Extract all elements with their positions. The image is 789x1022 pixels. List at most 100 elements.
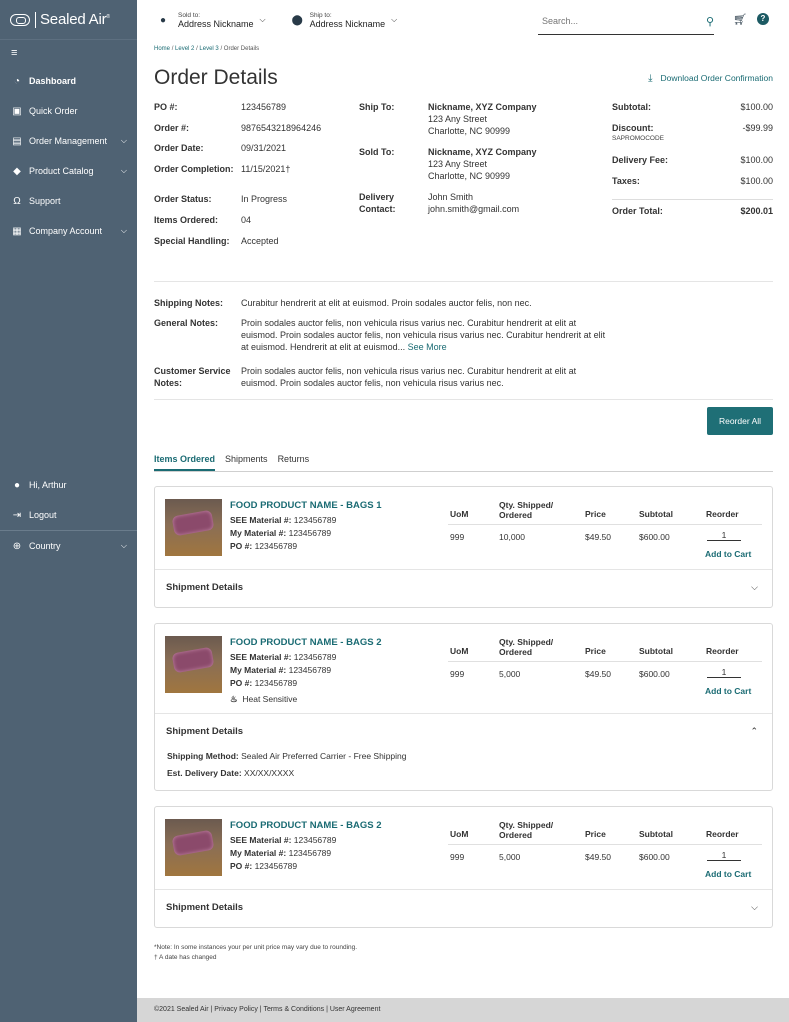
order-notes: Shipping Notes: Curabitur hendrerit at e… (154, 282, 773, 400)
order-date-label: Order Date: (154, 143, 204, 153)
sold-to-label: Sold To: (359, 147, 395, 157)
help-icon[interactable]: ? (757, 13, 769, 25)
order-number-label: Order #: (154, 123, 190, 133)
user-icon: ● (160, 14, 167, 26)
brand-name: Sealed Air® (40, 11, 110, 28)
chevron-up-icon[interactable]: ⌃ (750, 726, 758, 737)
sidebar-item-company-account[interactable]: ▦ Company Account ⌵ (0, 216, 137, 246)
reorder-quantity-input[interactable] (707, 850, 741, 861)
heat-sensitive-label: Heat Sensitive (242, 694, 298, 704)
reorder-all-button[interactable]: Reorder All (707, 407, 773, 435)
search-bar: ⚲ (538, 8, 714, 35)
special-handling-value: Accepted (241, 236, 279, 246)
cart-icon[interactable]: 🛒︎ (733, 13, 747, 26)
sidebar-user[interactable]: ● Hi, Arthur (0, 470, 137, 500)
sidebar-item-support[interactable]: Ω Support (0, 186, 137, 216)
breadcrumb-level-3[interactable]: Level 3 (199, 46, 218, 52)
see-more-link[interactable]: See More (408, 342, 447, 352)
shipment-details-toggle[interactable]: Shipment Details (166, 902, 243, 913)
reorder-quantity-input[interactable] (707, 530, 741, 541)
sidebar-item-order-management[interactable]: ▤ Order Management ⌵ (0, 126, 137, 156)
ship-to-city: Charlotte, NC 90999 (428, 126, 511, 136)
order-tabs: Items Ordered Shipments Returns (154, 452, 773, 472)
product-image[interactable] (165, 499, 222, 556)
subtotal-value: $100.00 (740, 102, 773, 112)
logout-icon: ⇥ (12, 509, 22, 521)
order-completion-label: Order Completion: (154, 164, 234, 174)
tab-items-ordered[interactable]: Items Ordered (154, 452, 216, 471)
page-title: Order Details (154, 66, 278, 89)
sold-to-selector[interactable]: ● Sold to: Address Nickname ⌵ (160, 12, 266, 29)
reorder-quantity-input[interactable] (707, 667, 741, 678)
ship-to-selector[interactable]: ⬤ Ship to: Address Nickname ⌵ (292, 12, 398, 29)
sold-to-name: Nickname, XYZ Company (428, 147, 537, 157)
search-input[interactable] (538, 16, 688, 26)
product-image[interactable] (165, 636, 222, 693)
delivery-contact-name: John Smith (428, 192, 474, 202)
add-to-cart-link[interactable]: Add to Cart (705, 869, 751, 879)
breadcrumb: Home / Level 2 / Level 3 / Order Details (154, 46, 260, 52)
shipment-details-toggle[interactable]: Shipment Details (166, 726, 243, 737)
order-date-value: 09/31/2021 (241, 143, 287, 153)
ship-to-street: 123 Any Street (428, 114, 488, 124)
sidebar: Sealed Air® ≡ ◔ Dashboard ▣ Quick Order … (0, 0, 137, 1022)
product-name-link[interactable]: FOOD PRODUCT NAME - BAGS 1 (230, 500, 381, 511)
brand-logo[interactable]: Sealed Air® (0, 0, 137, 40)
quick-order-icon: ▣ (12, 105, 22, 117)
shipment-details-toggle[interactable]: Shipment Details (166, 582, 243, 593)
product-name-link[interactable]: FOOD PRODUCT NAME - BAGS 2 (230, 637, 381, 648)
price-rounding-note: *Note: In some instances your per unit p… (154, 944, 358, 951)
taxes-value: $100.00 (740, 176, 773, 186)
sidebar-country[interactable]: ⊕ Country ⌵ (0, 531, 137, 561)
discount-label: Discount: (612, 123, 654, 133)
headset-icon: Ω (13, 195, 21, 207)
taxes-label: Taxes: (612, 176, 640, 186)
search-icon[interactable]: ⚲ (706, 15, 714, 28)
product-name-link[interactable]: FOOD PRODUCT NAME - BAGS 2 (230, 820, 381, 831)
add-to-cart-link[interactable]: Add to Cart (705, 686, 751, 696)
product-image[interactable] (165, 819, 222, 876)
po-value: 123456789 (241, 102, 287, 112)
add-to-cart-link[interactable]: Add to Cart (705, 549, 751, 559)
top-header: ● Sold to: Address Nickname ⌵ ⬤ Ship to:… (137, 0, 789, 40)
breadcrumb-current: Order Details (223, 46, 260, 52)
tab-shipments[interactable]: Shipments (225, 452, 268, 471)
user-icon: ● (13, 479, 21, 491)
menu-toggle[interactable]: ≡ (0, 40, 137, 66)
estimated-delivery-date: Est. Delivery Date: XX/XX/XXXX (167, 768, 295, 778)
order-total-value: $200.01 (740, 206, 773, 216)
dashboard-icon: ◔ (13, 75, 21, 87)
order-status-label: Order Status: (154, 194, 212, 204)
sidebar-logout[interactable]: ⇥ Logout (0, 500, 137, 530)
tab-returns[interactable]: Returns (278, 452, 310, 471)
building-icon: ▦ (12, 225, 22, 237)
ship-to-label: Ship To: (359, 102, 395, 112)
footnotes: *Note: In some instances your per unit p… (154, 943, 357, 963)
breadcrumb-home[interactable]: Home (154, 46, 170, 52)
chevron-down-icon[interactable]: ⌵ (751, 582, 758, 593)
sidebar-item-product-catalog[interactable]: ◆ Product Catalog ⌵ (0, 156, 137, 186)
sidebar-item-dashboard[interactable]: ◔ Dashboard (0, 66, 137, 96)
order-total-label: Order Total: (612, 206, 663, 216)
shipping-method: Shipping Method: Sealed Air Preferred Ca… (167, 751, 407, 761)
promo-code: SAPROMOCODE (612, 135, 665, 142)
order-status-value: In Progress (241, 194, 288, 204)
breadcrumb-level-2[interactable]: Level 2 (175, 46, 194, 52)
chevron-down-icon: ⌵ (391, 15, 398, 24)
delivery-fee-label: Delivery Fee: (612, 155, 669, 165)
order-item-card: FOOD PRODUCT NAME - BAGS 1 SEE Material … (154, 486, 773, 608)
sold-to-street: 123 Any Street (428, 159, 488, 169)
download-order-confirmation-link[interactable]: ⤓ Download Order Confirmation (648, 73, 773, 84)
sealed-air-logo-icon (10, 13, 30, 26)
order-item-card: FOOD PRODUCT NAME - BAGS 2 SEE Material … (154, 806, 773, 928)
po-label: PO #: (154, 102, 178, 112)
chevron-down-icon: ⌵ (259, 15, 266, 24)
delivery-contact-email: john.smith@gmail.com (428, 204, 520, 214)
chevron-down-icon[interactable]: ⌵ (751, 902, 758, 913)
chevron-down-icon: ⌵ (120, 541, 127, 550)
sidebar-item-quick-order[interactable]: ▣ Quick Order (0, 96, 137, 126)
date-changed-note: † A date has changed (154, 954, 217, 961)
ship-to-name: Nickname, XYZ Company (428, 102, 537, 112)
sidebar-bottom: ● Hi, Arthur ⇥ Logout ⊕ Country ⌵ (0, 470, 137, 561)
download-icon: ⤓ (648, 72, 653, 84)
